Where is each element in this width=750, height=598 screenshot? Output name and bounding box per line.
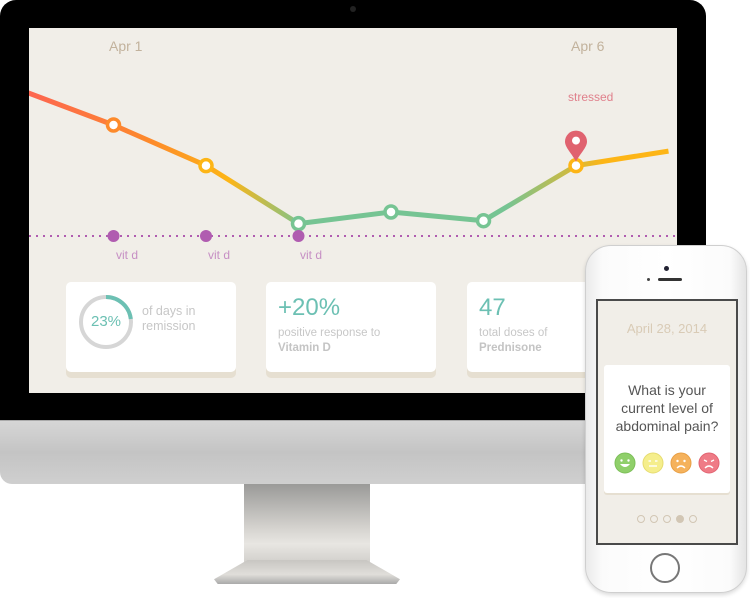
date-label-apr-6: Apr 6	[571, 38, 605, 54]
page-dot[interactable]	[650, 515, 658, 523]
desc-line: positive response to	[278, 327, 381, 339]
desc-line: of days in	[142, 304, 196, 318]
remission-value: 23%	[90, 313, 122, 330]
data-point[interactable]	[383, 204, 399, 220]
dashboard-screen: Apr 1 Apr 6 stressed vit d vit d vit d 2…	[29, 28, 677, 393]
stat-card-remission[interactable]: 23% of days in remission	[66, 282, 236, 372]
supplement-marker[interactable]	[292, 230, 305, 242]
home-button[interactable]	[650, 553, 680, 583]
remission-description: of days in remission	[142, 304, 196, 334]
supplement-label: vit d	[208, 248, 231, 262]
question-line: current level of	[621, 400, 713, 416]
annotation-label: stressed	[568, 90, 614, 104]
prednisone-description: total doses of Prednisone	[479, 326, 547, 356]
desc-line: total doses of	[479, 327, 548, 339]
question-line: What is your	[628, 382, 706, 398]
page-dot[interactable]	[637, 515, 645, 523]
survey-date: April 28, 2014	[626, 321, 708, 336]
page-dot[interactable]	[689, 515, 697, 523]
survey-question: What is your current level of abdominal …	[604, 381, 730, 435]
question-line: abdominal pain?	[615, 418, 719, 434]
date-label-apr-1: Apr 1	[109, 38, 143, 54]
desc-line: remission	[142, 319, 196, 333]
supplement-label: vit d	[116, 248, 139, 262]
data-point[interactable]	[105, 117, 122, 133]
map-pin-icon[interactable]	[565, 130, 587, 162]
data-point[interactable]	[290, 215, 307, 232]
earpiece-speaker	[658, 278, 682, 281]
sad-face-icon[interactable]	[670, 452, 692, 474]
pain-level-options	[604, 452, 730, 474]
camera-icon	[350, 6, 356, 12]
supplement-marker[interactable]	[200, 230, 212, 242]
front-camera-icon	[664, 266, 669, 271]
monitor-stand-foot	[214, 560, 400, 584]
page-dot[interactable]	[676, 515, 684, 523]
prednisone-value: 47	[479, 294, 506, 321]
data-point[interactable]	[198, 157, 214, 174]
phone-screen: April 28, 2014 What is your current leve…	[596, 299, 738, 545]
series-line	[29, 90, 669, 227]
happy-face-icon[interactable]	[614, 452, 636, 474]
page-dot[interactable]	[663, 515, 671, 523]
vitamin-d-value: +20%	[278, 294, 341, 321]
neutral-face-icon[interactable]	[642, 452, 664, 474]
proximity-sensor	[647, 278, 650, 281]
page-indicator	[598, 515, 736, 523]
data-point[interactable]	[475, 212, 492, 229]
supplement-label: vit d	[300, 248, 323, 262]
vitamin-d-description: positive response to Vitamin D	[278, 326, 380, 356]
stat-card-vitamin-d[interactable]: +20% positive response to Vitamin D	[266, 282, 436, 372]
supplement-marker[interactable]	[107, 230, 120, 242]
desc-bold: Vitamin D	[278, 342, 331, 354]
phone-device: April 28, 2014 What is your current leve…	[585, 245, 747, 593]
desc-bold: Prednisone	[479, 342, 542, 354]
very-sad-face-icon[interactable]	[698, 452, 720, 474]
survey-card: What is your current level of abdominal …	[604, 365, 730, 493]
